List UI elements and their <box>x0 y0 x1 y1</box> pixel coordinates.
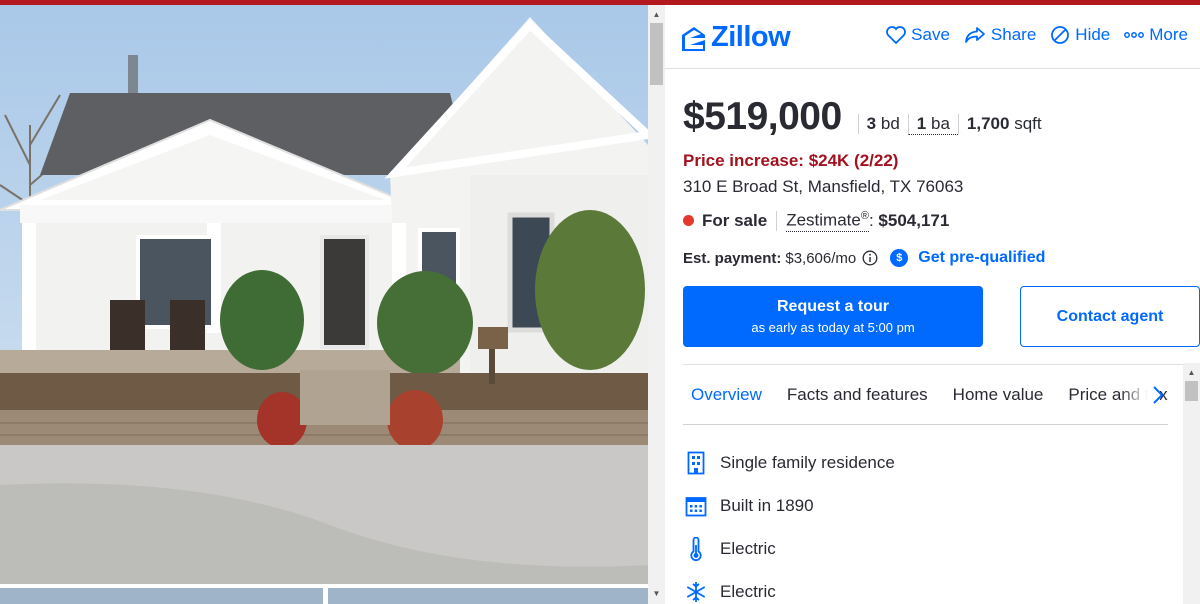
request-tour-button[interactable]: Request a tour as early as today at 5:00… <box>683 286 983 347</box>
price-change-notice: Price increase: $24K (2/22) <box>683 151 899 170</box>
more-button[interactable]: More <box>1124 25 1188 45</box>
scroll-up-arrow-icon[interactable]: ▲ <box>648 7 665 23</box>
zestimate-value: $504,171 <box>878 210 950 230</box>
photo-gallery[interactable] <box>0 5 648 604</box>
list-item: Single family residence <box>683 441 895 484</box>
info-icon[interactable] <box>862 250 878 266</box>
sqft-label: sqft <box>1014 114 1042 133</box>
zestimate-colon: : <box>868 210 874 230</box>
photo-thumbnail[interactable] <box>328 588 648 604</box>
section-divider <box>683 364 1183 365</box>
scrollbar-thumb[interactable] <box>650 23 663 85</box>
feature-text: Single family residence <box>720 452 895 472</box>
tour-button-sublabel: as early as today at 5:00 pm <box>751 320 915 335</box>
share-button[interactable]: Share <box>964 25 1036 45</box>
payment-value: $3,606/mo <box>785 249 857 267</box>
beds-label: bd <box>880 114 900 133</box>
tab-overview[interactable]: Overview <box>683 378 762 424</box>
detail-tabs: Overview Facts and features Home value P… <box>683 378 1168 425</box>
dollar-icon: $ <box>890 249 909 267</box>
tour-button-label: Request a tour <box>776 298 889 315</box>
payment-label: Est. payment: <box>683 249 782 267</box>
listing-status: For sale <box>702 210 778 231</box>
list-item: Built in 1890 <box>683 484 895 527</box>
price-summary: $519,000 3 bd 1 ba 1,700 sqft <box>683 95 1050 139</box>
more-icon <box>1124 32 1145 38</box>
building-icon <box>683 451 709 475</box>
chevron-right-icon[interactable] <box>1152 385 1164 405</box>
list-item: Electric <box>683 527 895 570</box>
baths-stat[interactable]: 1 ba <box>907 114 958 135</box>
feature-text: Electric <box>720 581 776 601</box>
photo-thumbnail[interactable] <box>0 588 323 604</box>
list-item: Electric <box>683 570 895 604</box>
listing-price: $519,000 <box>683 95 842 138</box>
share-icon <box>965 27 985 43</box>
get-prequalified-link[interactable]: Get pre-qualified <box>918 249 1045 267</box>
zillow-logo-icon <box>682 26 705 51</box>
house-photo[interactable] <box>0 5 648 584</box>
thermometer-icon <box>683 536 709 561</box>
feature-list: Single family residence Built in 1890 El… <box>683 441 895 604</box>
share-label: Share <box>990 25 1037 44</box>
status-row: For sale Zestimate®: $504,171 <box>683 210 949 232</box>
payment-row: Est. payment: $3,606/mo $ Get pre-qualif… <box>683 249 1045 267</box>
baths-value: 1 <box>916 114 927 133</box>
save-label: Save <box>911 25 950 44</box>
property-address: 310 E Broad St, Mansfield, TX 76063 <box>683 177 964 196</box>
feature-text: Built in 1890 <box>720 495 814 515</box>
zestimate-label-text: Zestimate <box>786 210 861 230</box>
snowflake-icon <box>683 581 709 603</box>
feature-text: Electric <box>720 538 776 558</box>
beds-stat: 3 bd <box>857 114 908 134</box>
scrollbar-thumb[interactable] <box>1185 381 1198 401</box>
calendar-icon <box>683 495 709 517</box>
sqft-value: 1,700 <box>966 114 1010 133</box>
sqft-stat: 1,700 sqft <box>957 114 1050 134</box>
tab-facts-and-features[interactable]: Facts and features <box>779 378 928 424</box>
hide-icon <box>1051 26 1070 44</box>
beds-value: 3 <box>866 114 877 133</box>
save-button[interactable]: Save <box>886 25 950 45</box>
scroll-up-arrow-icon[interactable]: ▲ <box>1183 365 1200 381</box>
heart-icon <box>886 26 907 44</box>
registered-mark: ® <box>860 210 869 222</box>
zestimate-label[interactable]: Zestimate® <box>786 210 869 232</box>
contact-agent-button[interactable]: Contact agent <box>1020 286 1200 347</box>
photo-scrollbar[interactable]: ▲ ▼ <box>648 5 665 604</box>
hide-label: Hide <box>1075 25 1111 44</box>
more-label: More <box>1149 25 1188 44</box>
baths-label: ba <box>931 114 950 133</box>
scroll-down-arrow-icon[interactable]: ▼ <box>648 586 665 602</box>
details-scrollbar[interactable]: ▲ <box>1183 363 1200 604</box>
listing-detail-panel: Zillow Save Share Hide More $519,000 3 b… <box>665 5 1200 604</box>
header-actions: Save Share Hide More <box>886 25 1188 45</box>
hide-button[interactable]: Hide <box>1050 25 1110 45</box>
zillow-logo[interactable]: Zillow <box>681 21 791 54</box>
panel-header: Zillow Save Share Hide More <box>665 5 1200 69</box>
status-dot-icon <box>683 215 694 227</box>
logo-text: Zillow <box>711 21 791 53</box>
tab-home-value[interactable]: Home value <box>945 378 1044 424</box>
